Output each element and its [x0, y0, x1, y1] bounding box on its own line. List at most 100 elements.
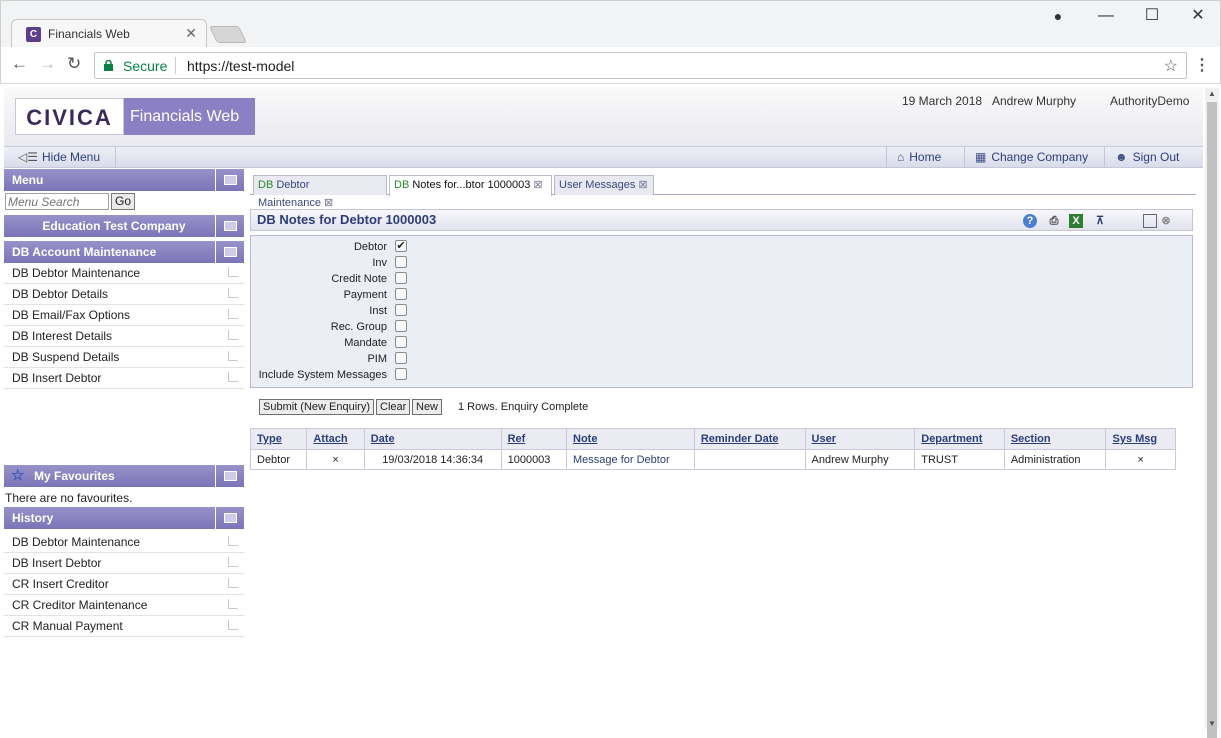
company-header[interactable]: Education Test Company	[4, 215, 244, 237]
close-panel-icon[interactable]: ⊗	[1159, 214, 1173, 228]
history-item-label: CR Creditor Maintenance	[12, 598, 148, 612]
filter-checkbox[interactable]	[395, 368, 407, 380]
open-link-icon[interactable]	[228, 372, 238, 382]
scroll-up-icon[interactable]: ▲	[1208, 89, 1216, 98]
sidebar-item[interactable]: DB Suspend Details	[4, 347, 244, 368]
open-link-icon[interactable]	[228, 351, 238, 361]
forward-icon[interactable]: →	[39, 55, 56, 73]
excel-export-icon[interactable]: X	[1069, 214, 1083, 228]
sidebar-item[interactable]: DB Email/Fax Options	[4, 305, 244, 326]
account-icon[interactable]: ●	[1035, 5, 1081, 27]
history-item[interactable]: DB Insert Debtor	[4, 553, 244, 574]
table-row[interactable]: Debtor × 19/03/2018 14:36:34 1000003 Message…	[249, 449, 1176, 470]
open-link-icon[interactable]	[228, 536, 238, 546]
history-item[interactable]: CR Insert Creditor	[4, 574, 244, 595]
filter-checkbox[interactable]	[395, 336, 407, 348]
close-tab-icon[interactable]: ⊠	[533, 179, 542, 191]
help-icon[interactable]: ?	[1023, 214, 1037, 228]
filter-checkbox[interactable]	[395, 256, 407, 268]
scrollbar-thumb[interactable]	[1207, 102, 1217, 738]
column-header[interactable]: Sys Msg	[1105, 428, 1176, 450]
collapse-menu-icon: ◁☰	[18, 150, 38, 164]
open-link-icon[interactable]	[228, 267, 238, 277]
sidebar-item[interactable]: DB Debtor Details	[4, 284, 244, 305]
print-icon[interactable]: ⎙	[1047, 214, 1061, 228]
maximize-button[interactable]: ☐	[1129, 5, 1175, 27]
company-window-button[interactable]	[215, 215, 244, 237]
column-header[interactable]: Note	[566, 428, 695, 450]
open-link-icon[interactable]	[228, 288, 238, 298]
column-header[interactable]: Department	[914, 428, 1005, 450]
close-tab-icon[interactable]: ⊠	[638, 179, 647, 191]
history-item[interactable]: CR Manual Payment	[4, 616, 244, 637]
open-link-icon[interactable]	[228, 599, 238, 609]
close-tab-icon[interactable]: ⊠	[324, 197, 333, 209]
column-header[interactable]: Date	[363, 428, 502, 450]
new-button[interactable]: New	[412, 399, 443, 415]
browser-menu-icon[interactable]: ⋮	[1194, 55, 1210, 75]
filter-label: Rec. Group	[330, 321, 387, 333]
open-link-icon[interactable]	[228, 330, 238, 340]
filter-checkbox[interactable]	[395, 320, 407, 332]
filter-row: Inst	[251, 303, 411, 319]
filter-label: Inv	[372, 257, 387, 269]
open-link-icon[interactable]	[228, 557, 238, 567]
sidebar: Menu Go Education Test Company DB Accoun…	[4, 169, 244, 729]
reload-icon[interactable]: ↻	[67, 55, 81, 73]
page-scrollbar[interactable]: ▲ ▼	[1205, 88, 1219, 738]
browser-tab[interactable]: C Financials Web ✕	[11, 19, 207, 48]
tab-2[interactable]: User Messages ⊠	[554, 175, 654, 195]
open-link-icon[interactable]	[228, 309, 238, 319]
minimize-button[interactable]: —	[1083, 5, 1129, 27]
sidebar-item[interactable]: DB Insert Debtor	[4, 368, 244, 389]
open-link-icon[interactable]	[228, 620, 238, 630]
column-header[interactable]: Attach	[306, 428, 365, 450]
change-company-button[interactable]: ▦ Change Company	[964, 147, 1104, 167]
filter-checkbox[interactable]	[395, 272, 407, 284]
clear-button[interactable]: Clear	[376, 399, 411, 415]
close-tab-icon[interactable]: ✕	[185, 25, 197, 42]
back-icon[interactable]: ←	[11, 55, 28, 73]
go-button[interactable]: Go	[111, 193, 135, 210]
collapse-icon[interactable]: ⊼	[1093, 214, 1107, 228]
column-header[interactable]: Ref	[500, 428, 568, 450]
tab-0[interactable]: DB Debtor Maintenance ⊠	[253, 175, 387, 209]
column-header[interactable]: User	[804, 428, 916, 450]
close-window-button[interactable]: ✕	[1175, 5, 1221, 27]
scroll-down-icon[interactable]: ▼	[1208, 719, 1216, 728]
sign-out-button[interactable]: ☻ Sign Out	[1104, 147, 1203, 167]
app-toolbar: ◁☰ Hide Menu ⌂ Home ▦ Change Company ☻ Sign …	[4, 146, 1203, 168]
section-header[interactable]: DB Account Maintenance	[4, 241, 244, 263]
star-icon: ☆	[11, 467, 25, 484]
filter-checkbox[interactable]	[395, 304, 407, 316]
filter-checkbox[interactable]	[395, 288, 407, 300]
column-header[interactable]: Reminder Date	[693, 428, 806, 450]
column-header[interactable]: Section	[1003, 428, 1107, 450]
url-text[interactable]: https://test-model	[187, 58, 294, 74]
cell-note[interactable]: Message for Debtor	[566, 449, 695, 470]
sidebar-item[interactable]: DB Debtor Maintenance	[4, 263, 244, 284]
address-bar[interactable]: Secure https://test-model ☆	[94, 52, 1187, 79]
history-item[interactable]: DB Debtor Maintenance	[4, 532, 244, 553]
filter-checkbox[interactable]	[395, 352, 407, 364]
filter-checkbox[interactable]: ✔	[395, 240, 407, 252]
history-window-button[interactable]	[215, 507, 244, 529]
home-button[interactable]: ⌂ Home	[886, 147, 964, 167]
menu-window-button[interactable]	[215, 169, 244, 191]
open-link-icon[interactable]	[228, 578, 238, 588]
column-header[interactable]: Type	[249, 428, 308, 450]
popout-window-icon[interactable]	[1143, 214, 1157, 228]
window-icon	[224, 175, 237, 185]
menu-search-input[interactable]	[5, 193, 109, 210]
sidebar-item[interactable]: DB Interest Details	[4, 326, 244, 347]
new-tab-button[interactable]	[209, 26, 247, 43]
favourites-window-button[interactable]	[215, 465, 244, 487]
tab-1[interactable]: DB Notes for...btor 1000003 ⊠	[389, 175, 552, 196]
section-up-button[interactable]	[215, 241, 244, 263]
submit-new-enquiry-button[interactable]: Submit (New Enquiry)	[259, 399, 374, 415]
window-icon	[224, 221, 237, 231]
history-item[interactable]: CR Creditor Maintenance	[4, 595, 244, 616]
bookmark-star-icon[interactable]: ☆	[1164, 56, 1178, 76]
hide-menu-button[interactable]: ◁☰ Hide Menu	[4, 147, 116, 167]
user-icon: ☻	[1115, 150, 1128, 164]
